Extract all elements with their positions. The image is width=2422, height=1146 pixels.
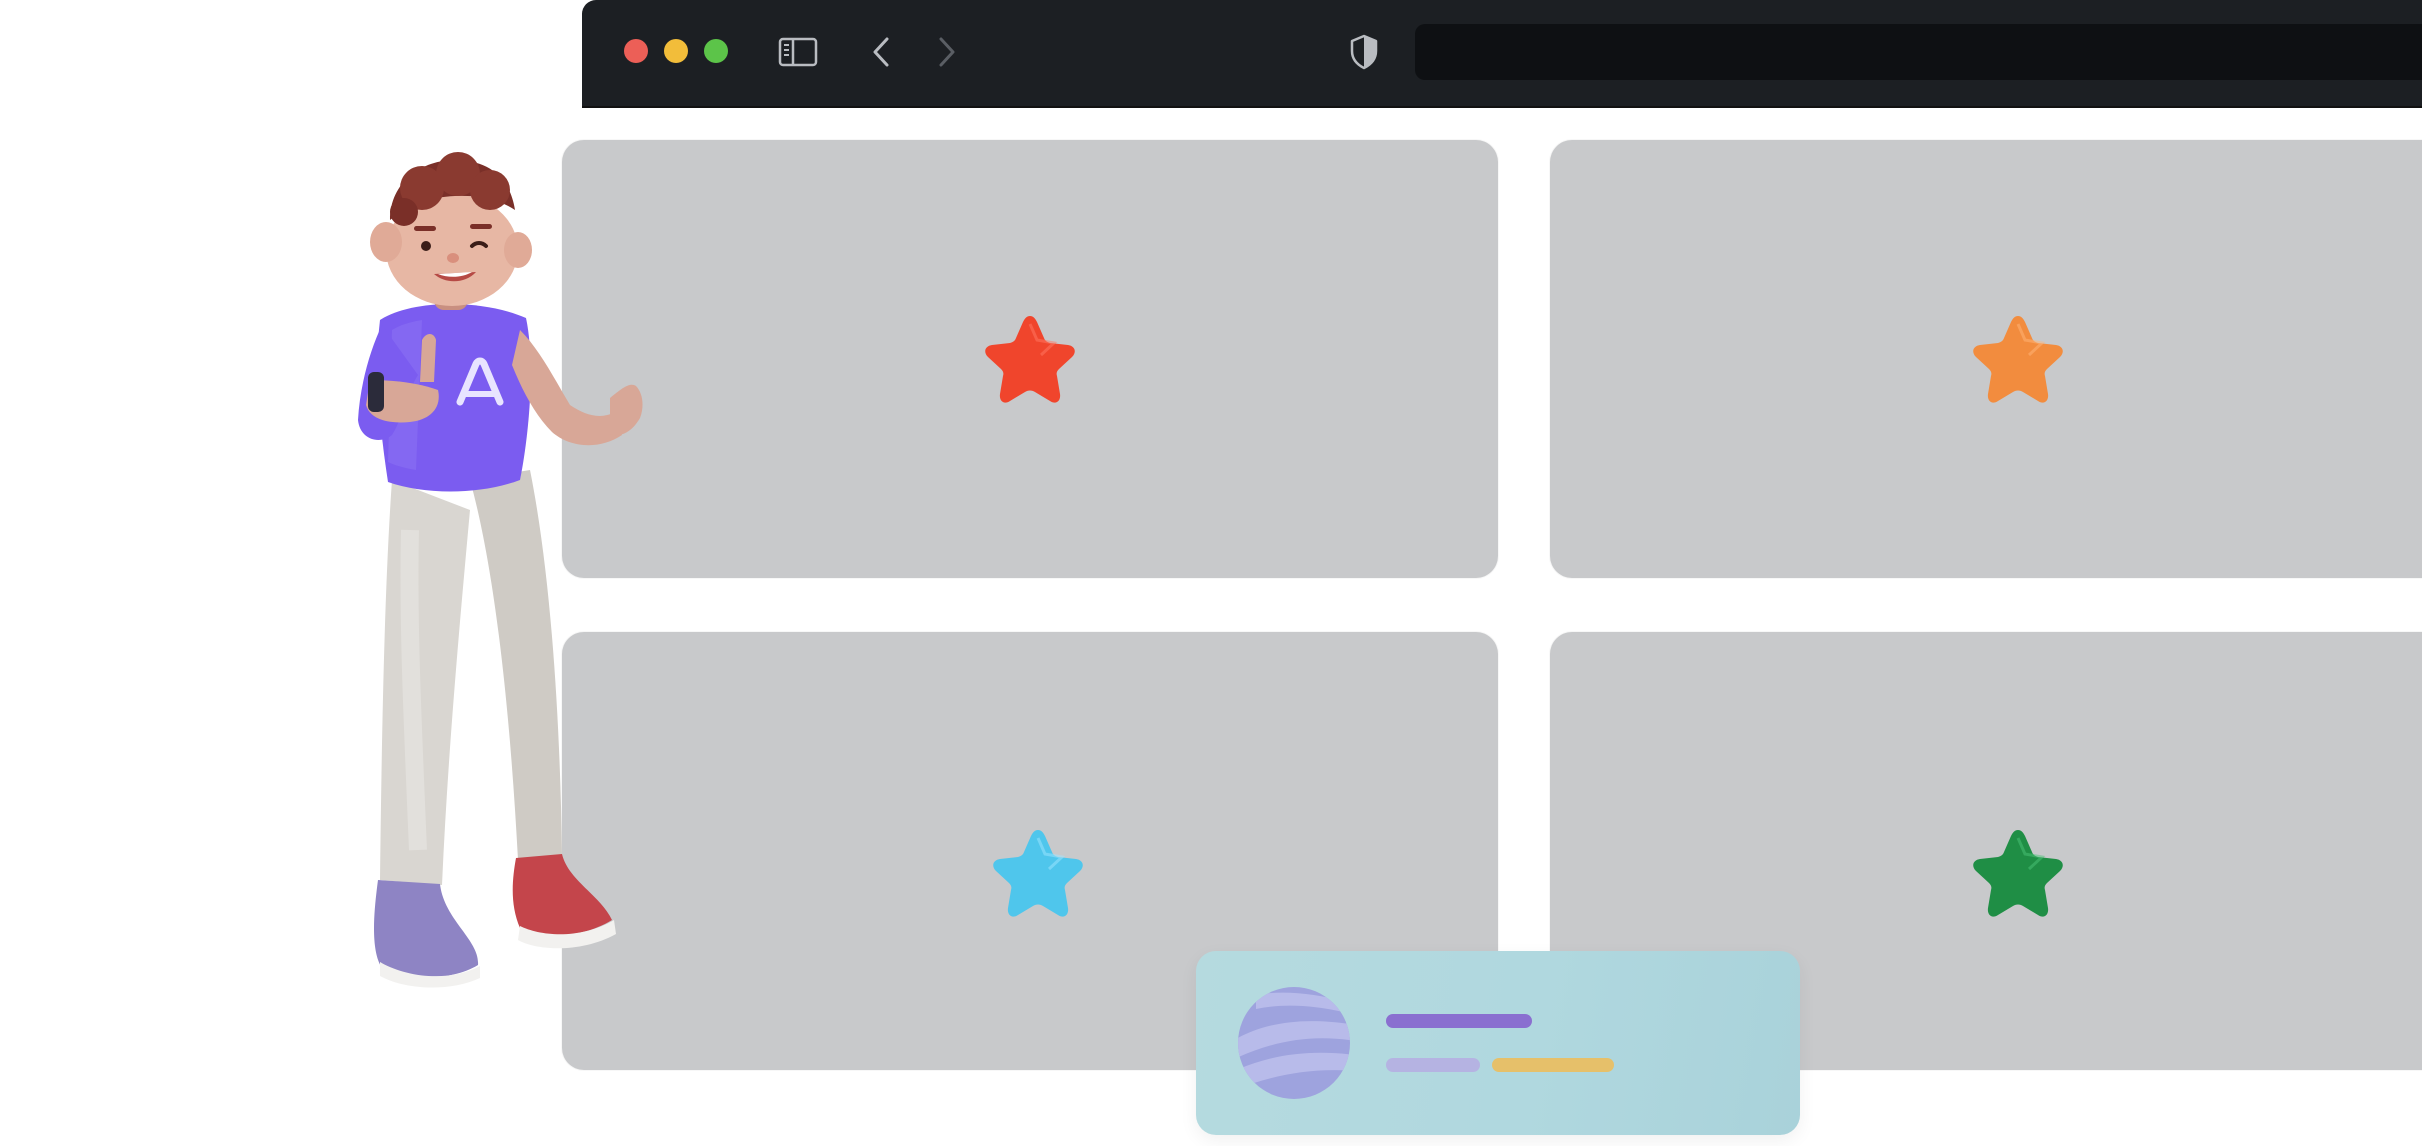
sidebar-toggle-icon[interactable] xyxy=(776,30,820,74)
back-arrow-icon[interactable] xyxy=(860,30,904,74)
profile-name-placeholder xyxy=(1386,1014,1532,1028)
star-icon xyxy=(1973,316,2063,403)
profile-tag-placeholder xyxy=(1492,1058,1614,1072)
star-icon xyxy=(993,830,1083,917)
avatar xyxy=(1238,987,1350,1099)
close-window-button[interactable] xyxy=(624,39,648,63)
shield-icon[interactable] xyxy=(1342,30,1386,74)
profile-card[interactable] xyxy=(1196,951,1800,1135)
address-bar[interactable] xyxy=(1415,24,2422,80)
minimize-window-button[interactable] xyxy=(664,39,688,63)
content-card[interactable] xyxy=(1550,140,2422,578)
zoom-window-button[interactable] xyxy=(704,39,728,63)
character-illustration xyxy=(358,152,643,988)
forward-arrow-icon[interactable] xyxy=(924,30,968,74)
profile-detail-placeholder xyxy=(1386,1058,1480,1072)
content-card[interactable] xyxy=(562,140,1498,578)
browser-toolbar xyxy=(582,0,2422,106)
star-icon xyxy=(1973,830,2063,917)
star-icon xyxy=(985,316,1075,403)
